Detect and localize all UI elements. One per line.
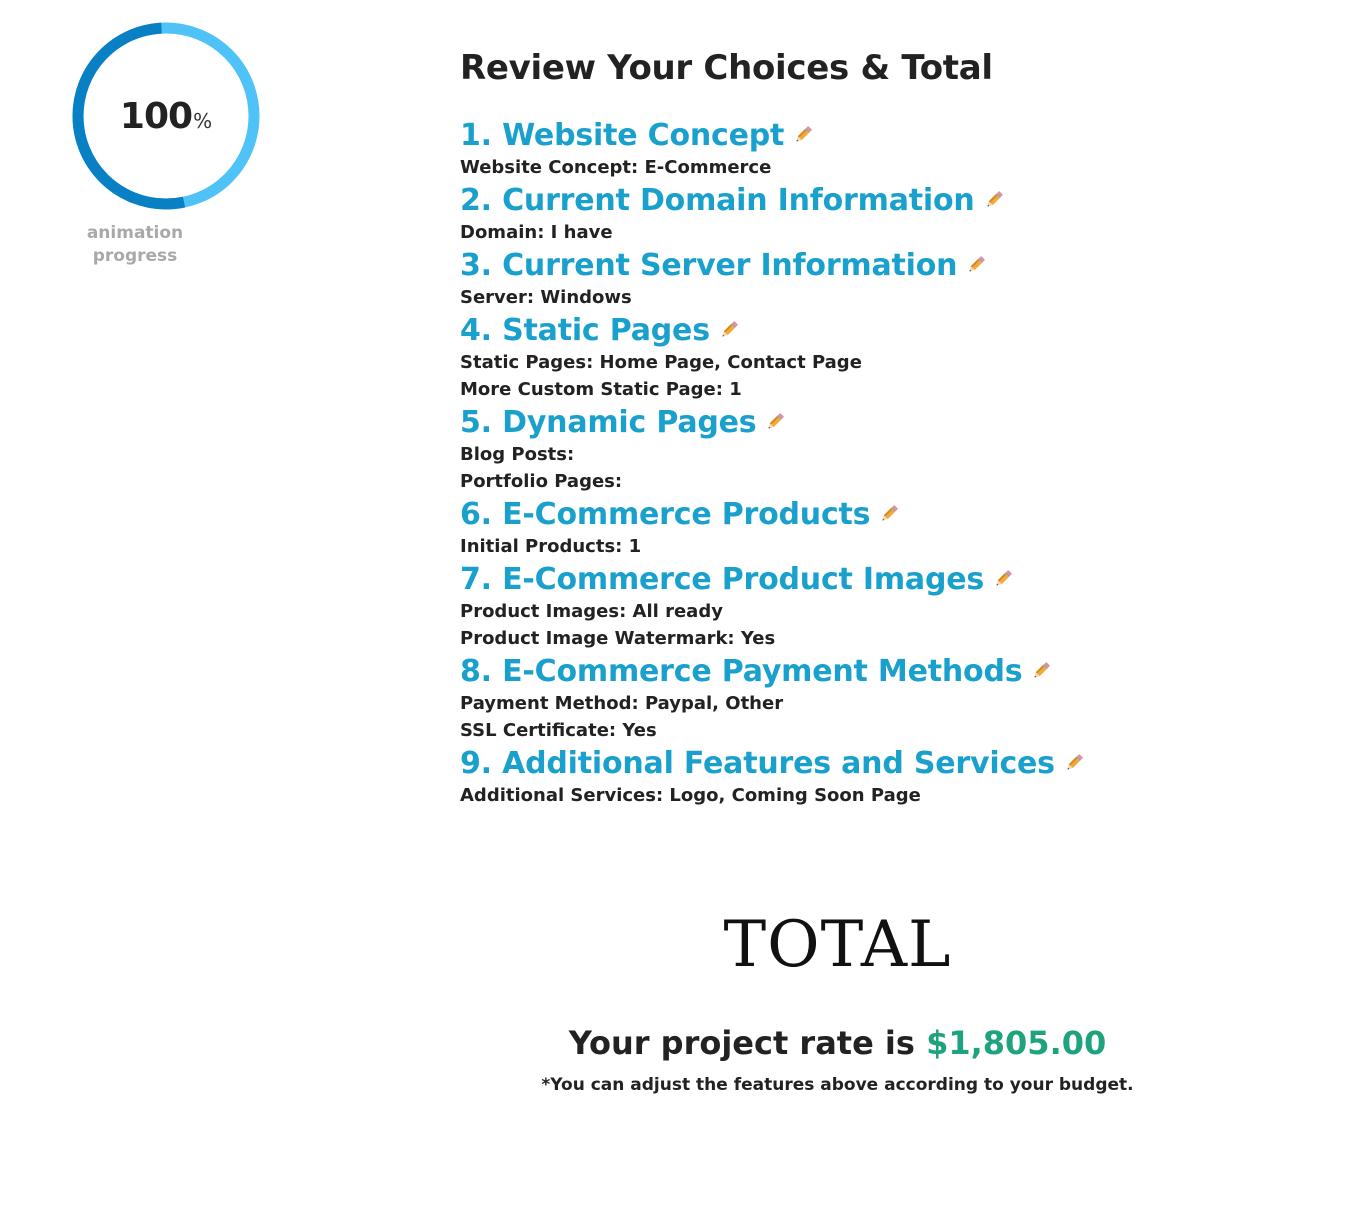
review-step-header: 1. Website Concept — [460, 116, 1340, 154]
progress-caption-line1: animation — [86, 223, 184, 243]
review-step-detail: Portfolio Pages: — [460, 471, 623, 492]
review-step-header: 2. Current Domain Information — [460, 181, 1340, 219]
review-step-title-link[interactable]: 8. E-Commerce Payment Methods — [460, 654, 1023, 689]
pencil-icon[interactable] — [965, 254, 987, 276]
review-step-title-link[interactable]: 1. Website Concept — [460, 118, 784, 153]
review-step-header: 6. E-Commerce Products — [460, 495, 1340, 533]
project-rate-line: Your project rate is $1,805.00 — [460, 1023, 1215, 1063]
review-step: 5. Dynamic Pages Blog Posts: Portfolio Pag… — [460, 403, 1340, 495]
pencil-icon[interactable] — [983, 189, 1005, 211]
review-step-detail: Product Images: All ready — [460, 601, 723, 622]
progress-caption-line2: progress — [92, 246, 178, 266]
project-rate-amount: $1,805.00 — [926, 1024, 1107, 1062]
review-step: 4. Static Pages Static Pages: Home Page, … — [460, 311, 1340, 403]
progress-caption: animation progress — [70, 222, 200, 268]
review-step: 7. E-Commerce Product Images Product Imag… — [460, 560, 1340, 652]
review-step-header: 3. Current Server Information — [460, 246, 1340, 284]
progress-widget: 100% animation progress — [70, 20, 262, 266]
pencil-icon[interactable] — [718, 319, 740, 341]
review-section: Review Your Choices & Total 1. Website C… — [460, 44, 1340, 809]
review-step-title-link[interactable]: 4. Static Pages — [460, 313, 710, 348]
review-step-title-link[interactable]: 7. E-Commerce Product Images — [460, 562, 984, 597]
review-step-detail: SSL Certificate: Yes — [460, 720, 657, 741]
review-step-detail: Static Pages: Home Page, Contact Page — [460, 352, 862, 373]
pencil-icon[interactable] — [764, 411, 786, 433]
review-step-detail: Domain: I have — [460, 222, 613, 243]
review-step-title-link[interactable]: 3. Current Server Information — [460, 248, 958, 283]
review-step-header: 5. Dynamic Pages — [460, 403, 1340, 441]
review-step: 1. Website Concept Website Concept: E-Com… — [460, 116, 1340, 181]
pencil-icon[interactable] — [992, 568, 1014, 590]
progress-label: 100% — [70, 20, 262, 212]
review-step-title-link[interactable]: 6. E-Commerce Products — [460, 497, 871, 532]
review-step-header: 8. E-Commerce Payment Methods — [460, 652, 1340, 690]
progress-unit: % — [193, 109, 213, 133]
review-step-title-link[interactable]: 5. Dynamic Pages — [460, 405, 757, 440]
pencil-icon[interactable] — [1063, 752, 1085, 774]
review-step-title-link[interactable]: 2. Current Domain Information — [460, 183, 975, 218]
total-section: TOTAL Your project rate is $1,805.00 *Yo… — [460, 905, 1215, 1095]
progress-ring: 100% — [70, 20, 262, 212]
review-steps-list: 1. Website Concept Website Concept: E-Com… — [460, 116, 1340, 809]
review-step-detail: More Custom Static Page: 1 — [460, 379, 742, 400]
review-step-header: 9. Additional Features and Services — [460, 744, 1340, 782]
review-step: 9. Additional Features and Services Addit… — [460, 744, 1340, 809]
review-step-header: 7. E-Commerce Product Images — [460, 560, 1340, 598]
review-step-title-link[interactable]: 9. Additional Features and Services — [460, 746, 1055, 781]
review-step-header: 4. Static Pages — [460, 311, 1340, 349]
pencil-icon[interactable] — [1030, 660, 1052, 682]
review-step: 6. E-Commerce Products Initial Products: … — [460, 495, 1340, 560]
budget-note: *You can adjust the features above accor… — [541, 1075, 1134, 1095]
review-step: 3. Current Server Information Server: Win… — [460, 246, 1340, 311]
page-title: Review Your Choices & Total — [460, 48, 993, 88]
review-step-detail: Product Image Watermark: Yes — [460, 628, 776, 649]
pencil-icon[interactable] — [792, 124, 814, 146]
review-step-detail: Additional Services: Logo, Coming Soon P… — [460, 785, 921, 806]
review-step: 8. E-Commerce Payment Methods Payment Met… — [460, 652, 1340, 744]
review-step-detail: Blog Posts: — [460, 444, 575, 465]
progress-value: 100 — [119, 95, 193, 137]
review-step-detail: Website Concept: E-Commerce — [460, 157, 772, 178]
total-heading: TOTAL — [723, 908, 952, 982]
review-step: 2. Current Domain Information Domain: I h… — [460, 181, 1340, 246]
project-rate-prefix: Your project rate is — [568, 1024, 927, 1062]
review-step-detail: Initial Products: 1 — [460, 536, 642, 557]
review-step-detail: Server: Windows — [460, 287, 632, 308]
review-step-detail: Payment Method: Paypal, Other — [460, 693, 784, 714]
pencil-icon[interactable] — [878, 503, 900, 525]
